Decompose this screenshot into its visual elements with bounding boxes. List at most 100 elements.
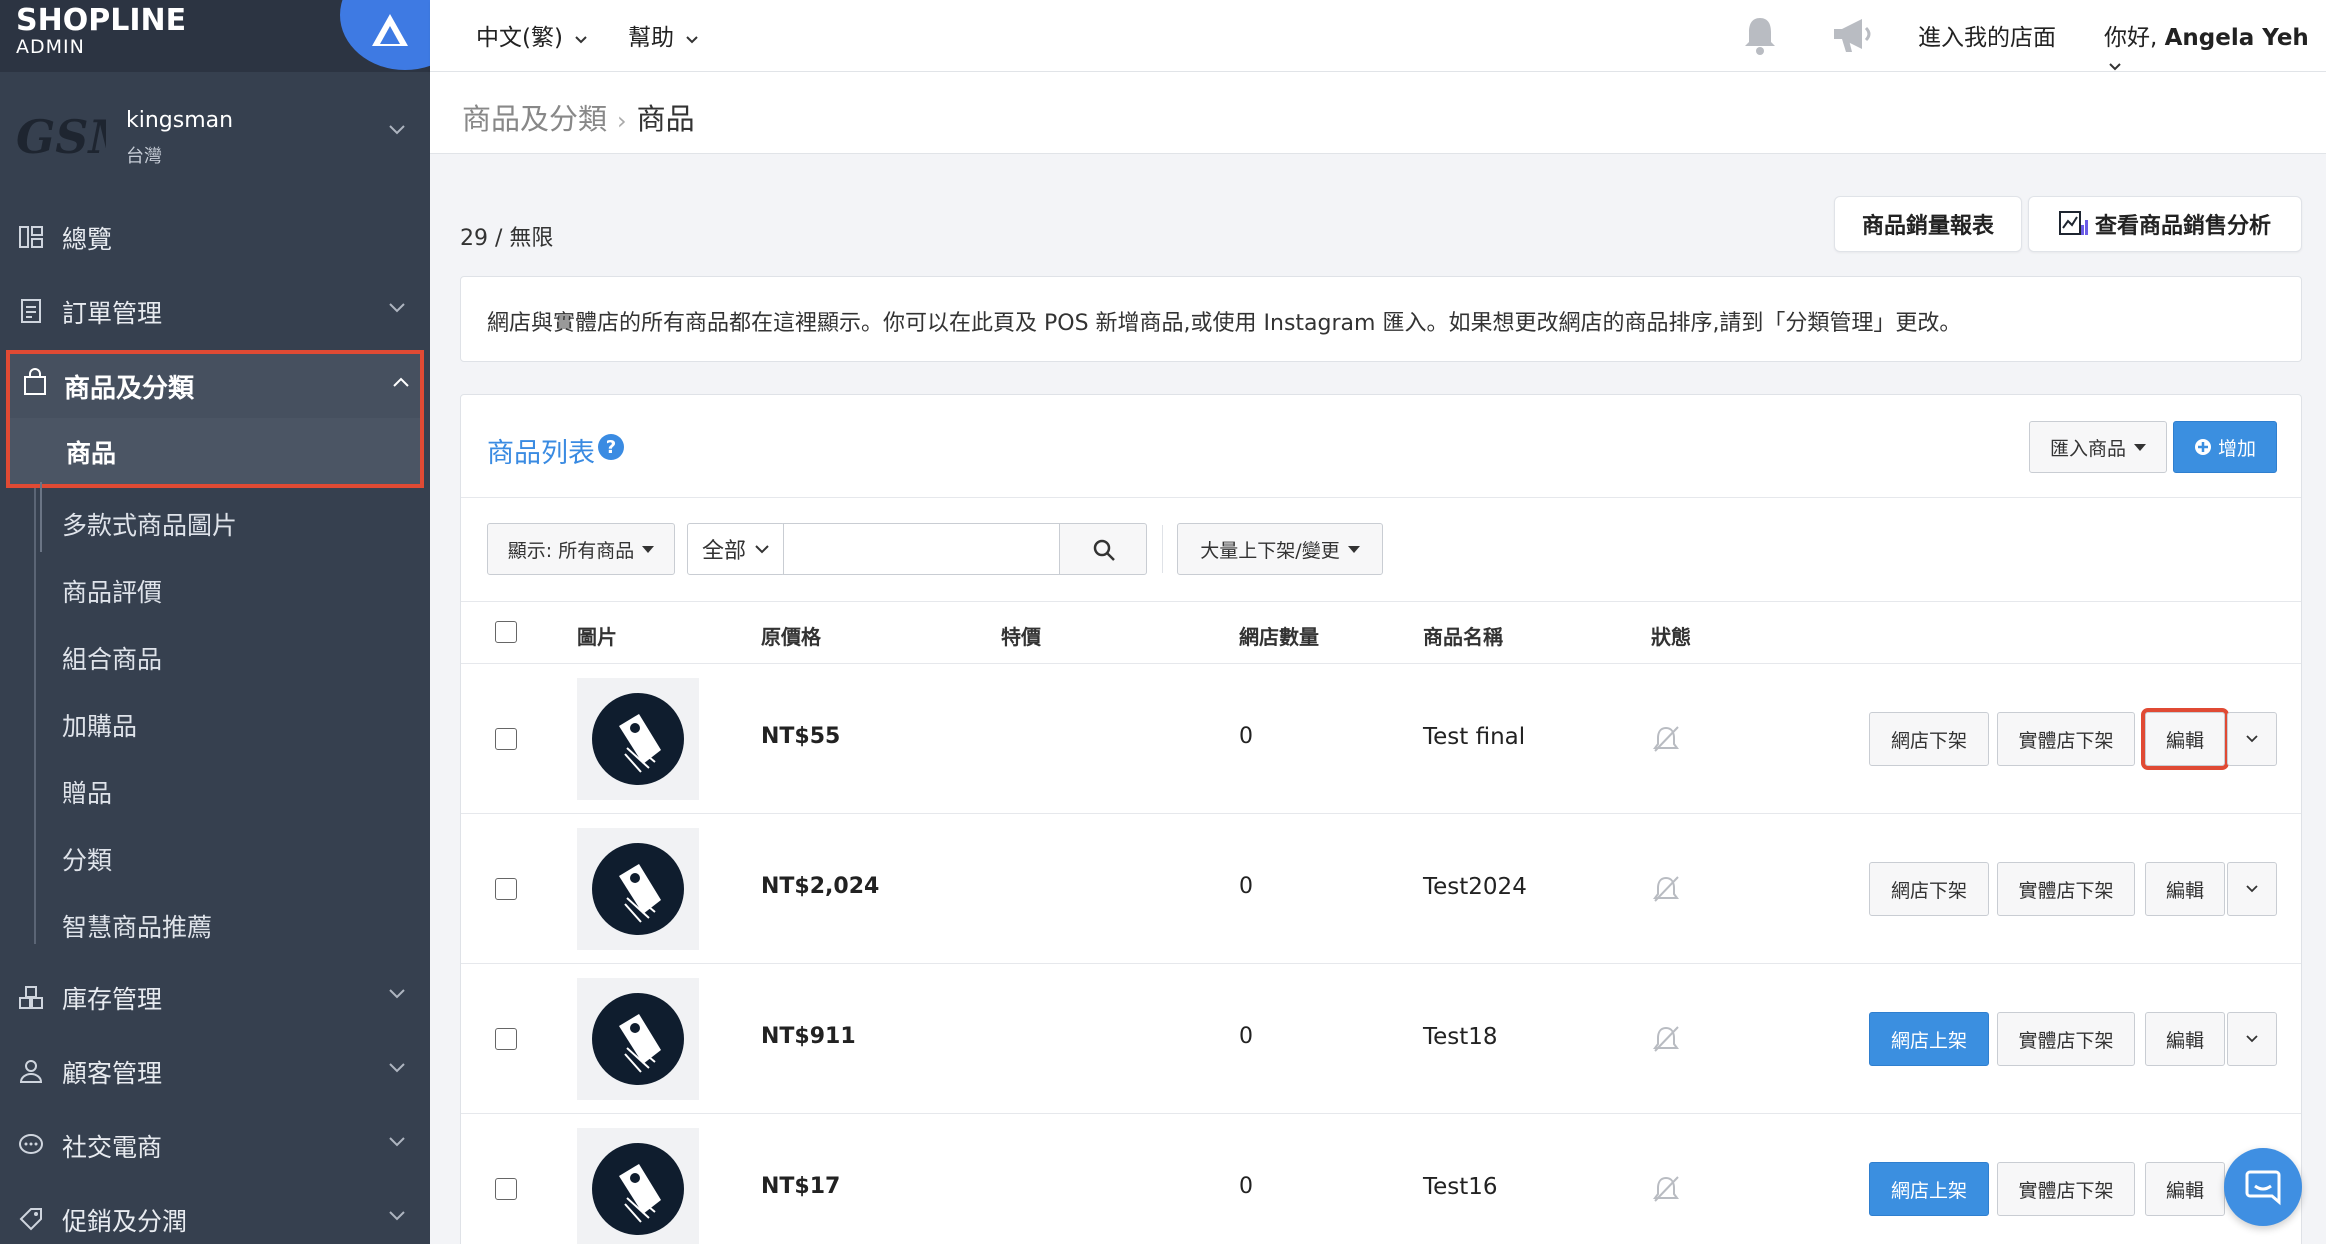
megaphone-icon[interactable] [1830, 14, 1874, 56]
product-price: NT$911 [761, 1024, 856, 1049]
nav-inventory[interactable]: 庫存管理 [0, 966, 430, 1026]
store-toggle-button[interactable]: 實體店下架 [1997, 862, 2135, 916]
nav-orders[interactable]: 訂單管理 [0, 280, 430, 340]
edit-button[interactable]: 編輯 [2145, 1012, 2225, 1066]
search-button[interactable] [1059, 523, 1147, 575]
chevron-down-icon [389, 989, 405, 999]
product-name[interactable]: Test16 [1423, 1174, 1498, 1200]
edit-button[interactable]: 編輯 [2141, 708, 2229, 770]
product-quota: 29 / 無限 [460, 226, 554, 251]
bell-icon[interactable] [1740, 14, 1780, 56]
info-text: 網店與實體店的所有商品都在這裡顯示。你可以在此頁及 POS 新增商品,或使用 I… [487, 311, 1962, 336]
chevron-down-icon [2246, 885, 2258, 893]
col-price[interactable]: 原價格 [761, 621, 821, 650]
help-dropdown[interactable]: 幫助 [628, 18, 699, 52]
online-toggle-button[interactable]: 網店下架 [1869, 862, 1989, 916]
price-tag-placeholder-icon [592, 843, 684, 935]
notification-off-icon [1653, 876, 1679, 902]
row-more-dropdown[interactable] [2227, 712, 2277, 766]
nav-social-commerce[interactable]: 社交電商 [0, 1114, 430, 1174]
nav-customers[interactable]: 顧客管理 [0, 1040, 430, 1100]
edit-button[interactable]: 編輯 [2145, 862, 2225, 916]
store-toggle-button[interactable]: 實體店下架 [1997, 1162, 2135, 1216]
product-name[interactable]: Test final [1423, 724, 1525, 750]
sales-report-button[interactable]: 商品銷量報表 [1834, 196, 2022, 252]
bulk-actions-dropdown[interactable]: 大量上下架/變更 [1177, 523, 1383, 575]
store-switcher[interactable]: GSM kingsman 台灣 [0, 80, 430, 190]
add-product-button[interactable]: 增加 [2173, 421, 2277, 473]
user-name: Angela Yeh [2164, 25, 2309, 51]
nav-sub-addons[interactable]: 加購品 [62, 707, 137, 743]
user-menu[interactable]: 你好, Angela Yeh [2104, 18, 2326, 78]
svg-text:?: ? [606, 437, 616, 458]
product-thumbnail[interactable] [577, 1128, 699, 1244]
caret-down-icon [2134, 443, 2146, 451]
product-name[interactable]: Test2024 [1423, 874, 1527, 900]
table-row[interactable]: NT$2,024 0 Test2024 網店下架 實體店下架 編輯 [461, 813, 2301, 963]
store-toggle-button[interactable]: 實體店下架 [1997, 712, 2135, 766]
nav-sub-reviews[interactable]: 商品評價 [62, 573, 162, 609]
nav-sub-products[interactable]: 商品 [10, 418, 420, 552]
table-row[interactable]: NT$55 0 Test final 網店下架 實體店下架 編輯 [461, 663, 2301, 813]
chevron-down-icon [575, 36, 587, 44]
product-online-qty: 0 [1239, 724, 1253, 749]
display-filter-dropdown[interactable]: 顯示: 所有商品 [487, 523, 675, 575]
online-toggle-button[interactable]: 網店上架 [1869, 1162, 1989, 1216]
product-online-qty: 0 [1239, 874, 1253, 899]
store-logo: GSM [16, 110, 106, 164]
help-label: 幫助 [628, 25, 674, 51]
table-row[interactable]: NT$911 0 Test18 網店上架 實體店下架 編輯 [461, 963, 2301, 1113]
sales-analysis-button[interactable]: 查看商品銷售分析 [2028, 196, 2302, 252]
customer-icon [19, 1060, 43, 1083]
product-thumbnail[interactable] [577, 978, 699, 1100]
col-status: 狀態 [1651, 625, 1691, 649]
bag-icon [24, 368, 46, 395]
col-product-name[interactable]: 商品名稱 [1423, 621, 1503, 650]
nav-sub-variant-images[interactable]: 多款式商品圖片 [62, 506, 237, 542]
product-thumbnail[interactable] [577, 828, 699, 950]
select-all-checkbox[interactable] [495, 621, 517, 643]
help-circle-icon[interactable]: ? [597, 433, 625, 461]
row-checkbox[interactable] [495, 1028, 517, 1050]
store-btn-label: 實體店下架 [2018, 1179, 2114, 1202]
enter-store-link[interactable]: 進入我的店面 [1918, 18, 2056, 52]
col-online-qty[interactable]: 網店數量 [1239, 621, 1319, 650]
top-bar: 中文(繁) 幫助 進入我的店面 你好, Angela Yeh [430, 0, 2326, 72]
search-scope-select[interactable]: 全部 [687, 523, 785, 575]
row-checkbox[interactable] [495, 1178, 517, 1200]
product-thumbnail[interactable] [577, 678, 699, 800]
col-sale-price[interactable]: 特價 [1001, 621, 1041, 650]
row-checkbox[interactable] [495, 878, 517, 900]
edit-button[interactable]: 編輯 [2145, 1162, 2225, 1216]
brand-logo[interactable]: SHOPLINE ADMIN [16, 6, 186, 57]
breadcrumb-separator-icon: › [617, 107, 627, 135]
nav-sub-bundles[interactable]: 組合商品 [62, 640, 162, 676]
online-toggle-button[interactable]: 網店上架 [1869, 1012, 1989, 1066]
breadcrumb-parent[interactable]: 商品及分類 [462, 102, 607, 136]
corner-badge[interactable] [340, 0, 430, 70]
import-products-dropdown[interactable]: 匯入商品 [2029, 421, 2167, 473]
chat-support-button[interactable] [2224, 1148, 2302, 1226]
dashboard-icon [19, 226, 43, 248]
nav-promotions[interactable]: 促銷及分潤 [0, 1188, 430, 1244]
row-more-dropdown[interactable] [2227, 862, 2277, 916]
store-toggle-button[interactable]: 實體店下架 [1997, 1012, 2135, 1066]
nav-dashboard[interactable]: 總覽 [0, 206, 430, 266]
row-checkbox[interactable] [495, 728, 517, 750]
nav-sub-gifts[interactable]: 贈品 [62, 774, 112, 810]
search-input[interactable] [783, 523, 1061, 575]
table-row[interactable]: NT$17 0 Test16 網店上架 實體店下架 編輯 [461, 1113, 2301, 1244]
nav-sub-smart-recommend[interactable]: 智慧商品推薦 [62, 908, 212, 944]
breadcrumb: 商品及分類 › 商品 [462, 96, 695, 138]
language-dropdown[interactable]: 中文(繁) [476, 18, 588, 52]
product-name[interactable]: Test18 [1423, 1024, 1498, 1050]
online-toggle-button[interactable]: 網店下架 [1869, 712, 1989, 766]
row-more-dropdown[interactable] [2227, 1012, 2277, 1066]
nav-label: 總覽 [62, 225, 113, 254]
search-icon [1093, 539, 1115, 561]
nav-products-group[interactable]: 商品及分類 商品 [6, 350, 424, 552]
analytics-chart-icon [2058, 211, 2088, 235]
nav-sub-categories[interactable]: 分類 [62, 841, 112, 877]
bulk-label: 大量上下架/變更 [1200, 539, 1340, 562]
product-price: NT$17 [761, 1174, 841, 1199]
